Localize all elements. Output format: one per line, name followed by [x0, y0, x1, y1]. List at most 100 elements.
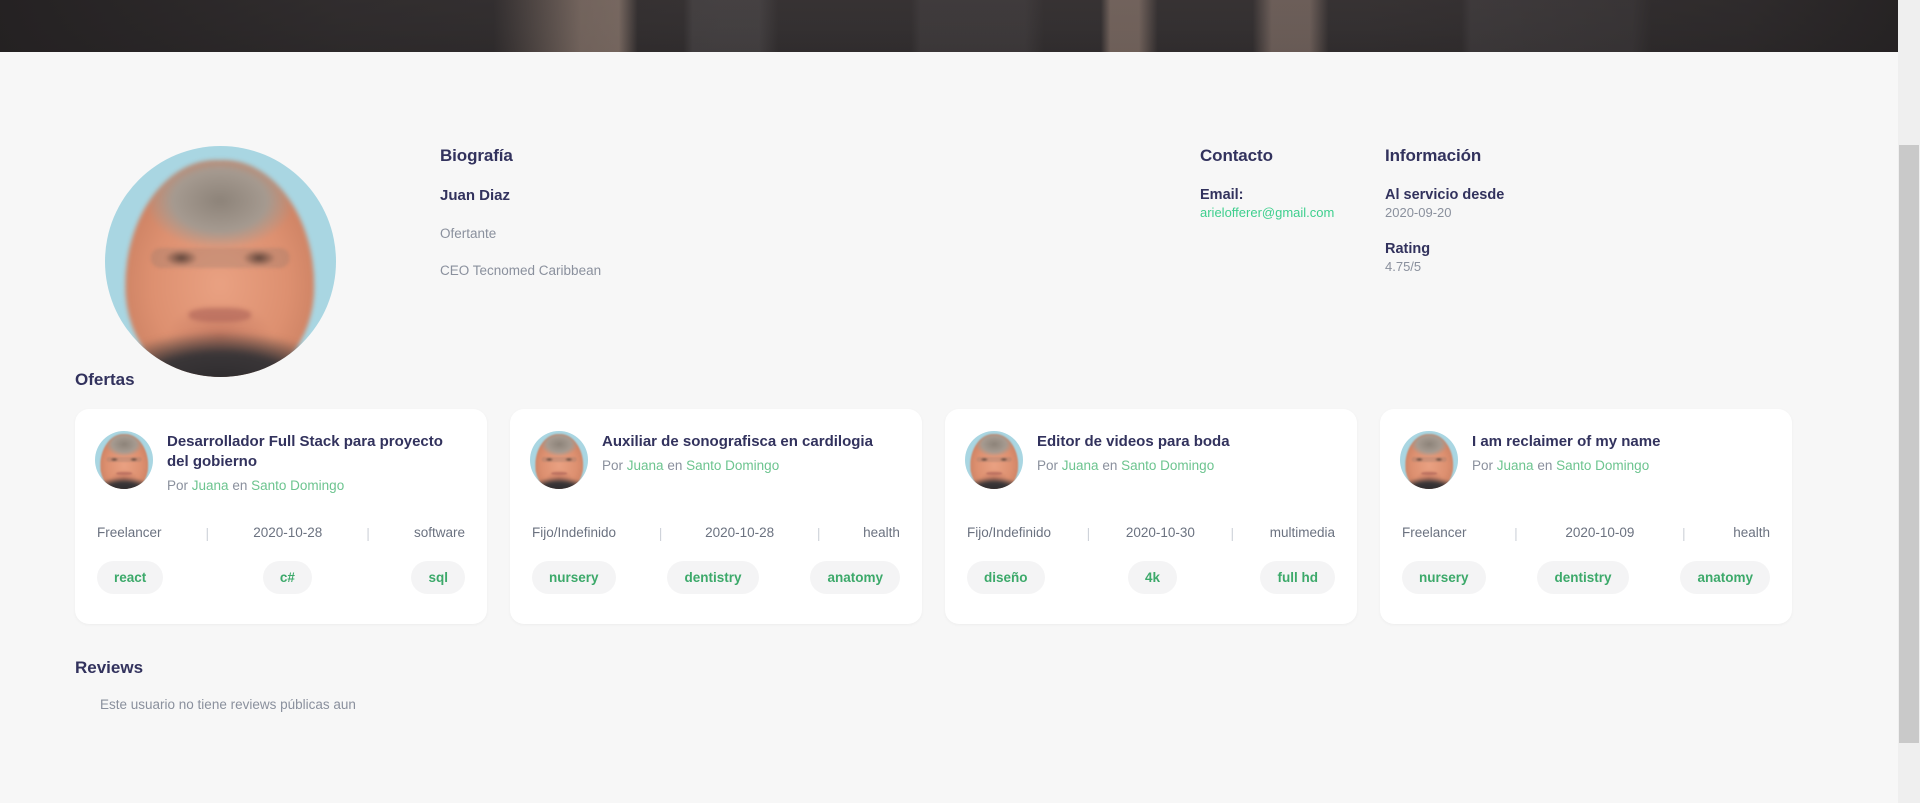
offer-title[interactable]: Desarrollador Full Stack para proyecto d…	[167, 432, 467, 472]
offer-byline-in: en	[232, 477, 248, 493]
offer-location-link[interactable]: Santo Domingo	[686, 458, 779, 473]
offer-tag[interactable]: c#	[262, 561, 312, 594]
offer-author-link[interactable]: Juana	[1497, 458, 1534, 473]
offer-card-header: I am reclaimer of my name Por Juana en Sa…	[1400, 431, 1772, 507]
profile-cover-banner	[0, 0, 1898, 52]
information-column: Información Al servicio desde 2020-09-20…	[1385, 106, 1585, 274]
offer-meta-separator: |	[1230, 524, 1235, 541]
offer-tag[interactable]: dentistry	[667, 561, 759, 594]
offer-title[interactable]: Auxiliar de sonografisca en cardilogia	[602, 432, 902, 452]
offer-card-header-text: Auxiliar de sonografisca en cardilogia Po…	[602, 431, 902, 473]
offer-tag-list: diseño 4k full hd	[965, 561, 1337, 594]
offer-tag-list: nursery dentistry anatomy	[530, 561, 902, 594]
offer-category: health	[1733, 525, 1770, 540]
offer-byline-in: en	[667, 457, 683, 473]
offer-byline-prefix: Por	[167, 477, 189, 493]
offer-date: 2020-10-28	[253, 525, 323, 540]
offer-tag[interactable]: nursery	[1402, 561, 1486, 594]
profile-role: Ofertante	[440, 226, 497, 241]
email-label: Email:	[1200, 187, 1244, 203]
offer-tag[interactable]: anatomy	[1680, 561, 1770, 594]
offer-meta-separator: |	[658, 524, 663, 541]
offer-author-avatar[interactable]	[1400, 431, 1458, 489]
avatar-shoulders	[97, 477, 151, 489]
avatar-eyes	[976, 456, 1012, 462]
offers-card-list: Desarrollador Full Stack para proyecto d…	[75, 409, 1898, 624]
offer-byline: Por Juana en Santo Domingo	[167, 478, 467, 493]
biography-heading: Biografía	[440, 146, 513, 165]
offer-card-header-text: Desarrollador Full Stack para proyecto d…	[167, 431, 467, 493]
offer-byline-in: en	[1537, 457, 1553, 473]
avatar-shoulders	[967, 477, 1021, 489]
offer-tag[interactable]: sql	[411, 561, 465, 594]
offer-title[interactable]: Editor de videos para boda	[1037, 432, 1337, 452]
offer-card[interactable]: I am reclaimer of my name Por Juana en Sa…	[1380, 409, 1792, 624]
offer-byline-in: en	[1102, 457, 1118, 473]
offer-tag[interactable]: full hd	[1260, 561, 1335, 594]
offers-section: Ofertas Desarrollador Full Stack para pr…	[0, 370, 1898, 624]
offer-tag-list: nursery dentistry anatomy	[1400, 561, 1772, 594]
offer-location-link[interactable]: Santo Domingo	[251, 478, 344, 493]
offer-location-link[interactable]: Santo Domingo	[1121, 458, 1214, 473]
offer-author-avatar[interactable]	[965, 431, 1023, 489]
offer-tag[interactable]: nursery	[532, 561, 616, 594]
avatar[interactable]	[104, 146, 336, 377]
offer-author-link[interactable]: Juana	[1062, 458, 1099, 473]
offer-meta-separator: |	[1086, 524, 1091, 541]
information-heading: Información	[1385, 146, 1482, 165]
offer-contract-type: Fijo/Indefinido	[532, 525, 617, 540]
rating-label: Rating	[1385, 241, 1431, 258]
offer-author-avatar[interactable]	[530, 431, 588, 489]
offer-tag[interactable]: 4k	[1127, 561, 1178, 594]
offer-title[interactable]: I am reclaimer of my name	[1472, 432, 1772, 452]
email-link[interactable]: arielofferer@gmail.com	[1200, 205, 1385, 220]
offer-category: health	[863, 525, 900, 540]
offer-card[interactable]: Editor de videos para boda Por Juana en S…	[945, 409, 1357, 624]
offer-tag[interactable]: diseño	[967, 561, 1045, 594]
offer-byline-prefix: Por	[1037, 457, 1059, 473]
profile-page: Biografía Juan Diaz Ofertante CEO Tecnom…	[0, 52, 1898, 712]
member-since-value: 2020-09-20	[1385, 205, 1452, 221]
offer-tag-list: react c# sql	[95, 561, 467, 594]
avatar-eyes	[150, 247, 290, 269]
offer-tag[interactable]: anatomy	[810, 561, 900, 594]
offer-card-header-text: I am reclaimer of my name Por Juana en Sa…	[1472, 431, 1772, 473]
reviews-heading: Reviews	[75, 658, 144, 677]
offer-byline-prefix: Por	[1472, 457, 1494, 473]
avatar-shoulders	[1402, 477, 1456, 489]
offer-byline: Por Juana en Santo Domingo	[602, 458, 902, 473]
offer-location-link[interactable]: Santo Domingo	[1556, 458, 1649, 473]
rating-value: 4.75/5	[1385, 259, 1422, 275]
offer-byline-prefix: Por	[602, 457, 624, 473]
profile-description: CEO Tecnomed Caribbean	[440, 263, 602, 278]
avatar-mouth	[188, 307, 252, 322]
contact-heading: Contacto	[1200, 146, 1273, 165]
page-scrollbar-track[interactable]	[1898, 0, 1920, 803]
avatar-eyes	[106, 456, 142, 462]
offer-author-link[interactable]: Juana	[627, 458, 664, 473]
offer-contract-type: Freelancer	[97, 525, 162, 540]
page-scrollbar-thumb[interactable]	[1899, 145, 1919, 743]
offer-card-header: Editor de videos para boda Por Juana en S…	[965, 431, 1337, 507]
avatar-column	[0, 106, 440, 377]
offer-author-link[interactable]: Juana	[192, 478, 229, 493]
reviews-empty-message: Este usuario no tiene reviews públicas a…	[100, 697, 356, 712]
offer-byline: Por Juana en Santo Domingo	[1472, 458, 1772, 473]
offer-card[interactable]: Auxiliar de sonografisca en cardilogia Po…	[510, 409, 922, 624]
offer-card-header-text: Editor de videos para boda Por Juana en S…	[1037, 431, 1337, 473]
offer-meta-separator: |	[816, 524, 821, 541]
offer-meta-row: Fijo/Indefinido | 2020-10-30 | multimedia	[965, 525, 1337, 540]
offer-contract-type: Freelancer	[1402, 525, 1467, 540]
offer-meta-separator: |	[205, 524, 210, 541]
offer-date: 2020-10-28	[705, 525, 775, 540]
offer-tag[interactable]: dentistry	[1537, 561, 1629, 594]
offer-author-avatar[interactable]	[95, 431, 153, 489]
offer-card[interactable]: Desarrollador Full Stack para proyecto d…	[75, 409, 487, 624]
biography-column: Biografía Juan Diaz Ofertante CEO Tecnom…	[440, 106, 1200, 278]
profile-name: Juan Diaz	[440, 187, 511, 204]
offer-contract-type: Fijo/Indefinido	[967, 525, 1052, 540]
offer-date: 2020-10-09	[1565, 525, 1635, 540]
offer-tag[interactable]: react	[97, 561, 164, 594]
member-since-label: Al servicio desde	[1385, 187, 1505, 203]
offer-card-header: Desarrollador Full Stack para proyecto d…	[95, 431, 467, 507]
